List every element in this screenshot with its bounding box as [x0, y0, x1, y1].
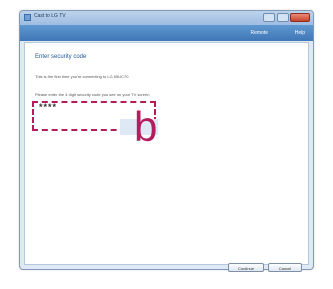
- maximize-button[interactable]: [277, 13, 289, 22]
- toolbar: Remote Help: [20, 25, 313, 41]
- annotation-label: b: [134, 103, 158, 150]
- toolbar-remote[interactable]: Remote: [250, 30, 268, 36]
- dialog-content: Enter security code This is the first ti…: [24, 42, 309, 265]
- app-icon: [24, 14, 31, 21]
- instruction-text: Please enter the 4 digit security code y…: [35, 92, 150, 97]
- page-title: Enter security code: [35, 54, 87, 60]
- cancel-button[interactable]: Cancel: [268, 263, 302, 272]
- toolbar-help[interactable]: Help: [295, 30, 305, 36]
- info-text: This is the first time you're connecting…: [35, 74, 129, 79]
- title-bar[interactable]: Cast to LG TV: [20, 11, 313, 25]
- close-button[interactable]: [290, 13, 310, 22]
- continue-button[interactable]: Continue: [228, 263, 264, 272]
- minimize-button[interactable]: [263, 13, 275, 22]
- dialog-window: Cast to LG TV Remote Help Enter security…: [19, 10, 314, 270]
- window-title: Cast to LG TV: [34, 13, 66, 19]
